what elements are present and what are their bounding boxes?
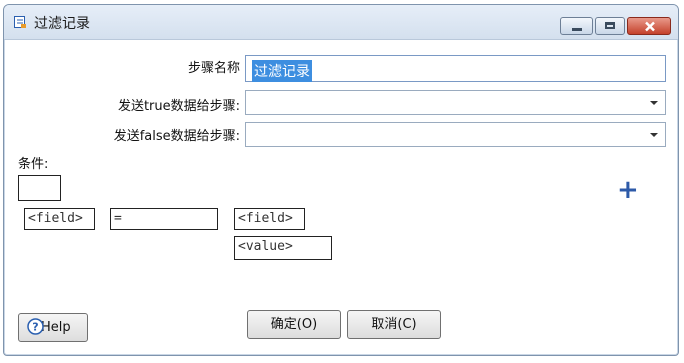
close-button[interactable] bbox=[627, 17, 671, 35]
window-title: 过滤记录 bbox=[34, 16, 90, 32]
chevron-down-icon[interactable] bbox=[645, 93, 663, 112]
maximize-button[interactable] bbox=[595, 17, 625, 35]
send-true-select[interactable] bbox=[245, 90, 666, 115]
step-name-value: 过滤记录 bbox=[252, 60, 312, 82]
plus-icon[interactable]: + bbox=[617, 177, 639, 203]
help-icon: ? bbox=[27, 318, 44, 335]
send-false-label: 发送false数据给步骤: bbox=[113, 129, 240, 144]
close-icon bbox=[645, 21, 655, 32]
condition-left-field[interactable]: <field> bbox=[24, 208, 95, 230]
svg-text:?: ? bbox=[32, 321, 38, 334]
help-button[interactable]: ? Help bbox=[18, 313, 88, 342]
send-true-label: 发送true数据给步骤: bbox=[117, 99, 240, 114]
condition-right-field[interactable]: <field> bbox=[234, 208, 305, 230]
chevron-down-icon[interactable] bbox=[645, 125, 663, 144]
condition-label: 条件: bbox=[18, 157, 49, 172]
filter-rows-dialog: 过滤记录 步骤名称 过滤记录 发送true数据给步骤: 发送false数据给步骤… bbox=[3, 4, 679, 356]
title-bar: 过滤记录 bbox=[4, 5, 678, 40]
cancel-button[interactable]: 取消(C) bbox=[347, 310, 441, 339]
send-false-select[interactable] bbox=[245, 122, 666, 147]
step-name-input[interactable]: 过滤记录 bbox=[245, 55, 666, 82]
minimize-button[interactable] bbox=[560, 17, 593, 35]
condition-negate-box[interactable] bbox=[18, 175, 61, 201]
document-icon bbox=[13, 14, 27, 28]
step-name-label: 步骤名称 bbox=[187, 61, 240, 76]
ok-button[interactable]: 确定(O) bbox=[247, 310, 341, 339]
condition-value[interactable]: <value> bbox=[234, 236, 332, 260]
condition-operator[interactable]: = bbox=[110, 208, 218, 230]
help-label: Help bbox=[41, 320, 71, 335]
